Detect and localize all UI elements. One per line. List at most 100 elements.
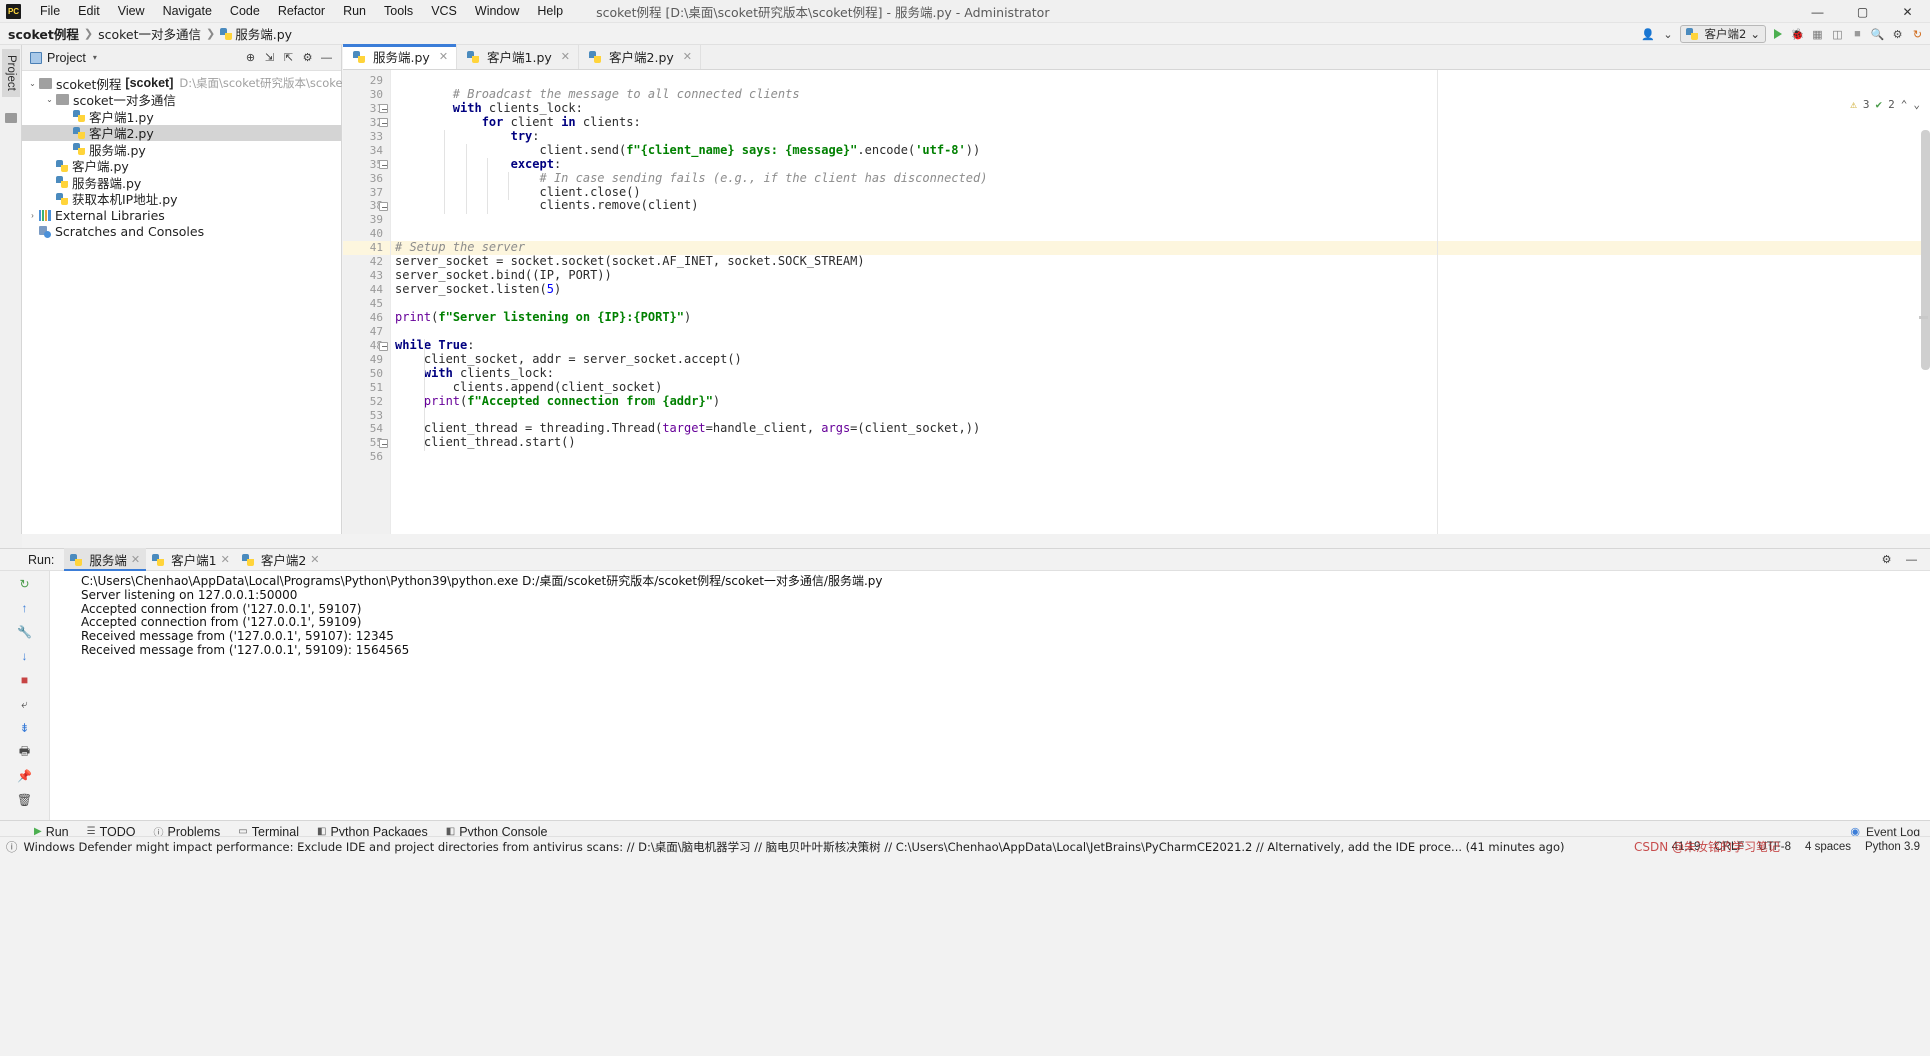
- gutter-line-39[interactable]: 39: [343, 213, 390, 227]
- menu-file[interactable]: File: [31, 2, 69, 20]
- run-tab-2[interactable]: 客户端2 ✕: [236, 548, 326, 571]
- close-icon[interactable]: ✕: [310, 553, 319, 566]
- line-separator[interactable]: CRLF: [1714, 841, 1744, 853]
- tree-node-4[interactable]: 服务端.py: [22, 141, 341, 158]
- gutter-line-40[interactable]: 40: [343, 227, 390, 241]
- debug-button[interactable]: 🐞: [1789, 26, 1806, 43]
- project-tree[interactable]: ⌄ scoket例程 [scoket] D:\桌面\scoket研究版本\scoket…: [22, 71, 370, 241]
- gutter-line-50[interactable]: 50: [343, 367, 390, 381]
- python-interpreter[interactable]: Python 3.9: [1865, 841, 1920, 853]
- gutter-line-49[interactable]: 49: [343, 353, 390, 367]
- chevron-down-icon[interactable]: ⌄: [1660, 26, 1677, 43]
- run-console-output[interactable]: C:\Users\Chenhao\AppData\Local\Programs\…: [51, 571, 1930, 820]
- gutter-line-46[interactable]: 46: [343, 311, 390, 325]
- fold-toggle-icon[interactable]: [379, 341, 388, 351]
- stop-icon[interactable]: ■: [15, 671, 35, 689]
- scroll-to-end-icon[interactable]: ⇟: [15, 719, 35, 737]
- menu-help[interactable]: Help: [528, 2, 572, 20]
- editor-tab-bar[interactable]: 服务端.py ✕ 客户端1.py ✕ 客户端2.py ✕: [343, 44, 1930, 70]
- breadcrumb-folder[interactable]: scoket一对多通信: [98, 24, 201, 43]
- gutter-line-47[interactable]: 47: [343, 325, 390, 339]
- indent-setting[interactable]: 4 spaces: [1805, 841, 1851, 853]
- window-controls[interactable]: — ▢ ✕: [1795, 0, 1930, 23]
- gutter-line-54[interactable]: 54: [343, 422, 390, 436]
- menu-refactor[interactable]: Refactor: [269, 2, 334, 20]
- editor-tab-1[interactable]: 客户端1.py ✕: [457, 44, 580, 69]
- editor-tab-0[interactable]: 服务端.py ✕: [343, 44, 458, 69]
- locate-file-icon[interactable]: ⊕: [242, 49, 259, 66]
- tree-node-7[interactable]: 获取本机IP地址.py: [22, 191, 341, 207]
- chevron-up-icon[interactable]: ⌃: [1901, 98, 1908, 111]
- status-message[interactable]: Windows Defender might impact performanc…: [24, 839, 1565, 855]
- gutter-line-42[interactable]: 42: [343, 255, 390, 269]
- menu-window[interactable]: Window: [466, 2, 528, 20]
- profile-button[interactable]: ◫: [1829, 26, 1846, 43]
- chevron-down-icon[interactable]: ⌄: [26, 79, 39, 88]
- fold-toggle-icon[interactable]: [379, 202, 388, 212]
- pin-icon[interactable]: 📌: [15, 767, 35, 785]
- settings-icon[interactable]: ⚙: [299, 49, 316, 66]
- tree-node-6[interactable]: 服务器端.py: [22, 174, 341, 191]
- collapse-all-icon[interactable]: ⇱: [280, 49, 297, 66]
- fold-toggle-icon[interactable]: [379, 118, 388, 128]
- run-side-toolbar[interactable]: ↻ ↑ 🔧 ↓ ■ ⤶ ⇟ 🖶 📌 🗑: [0, 571, 50, 821]
- breadcrumb-project[interactable]: scoket例程: [8, 24, 79, 43]
- menu-view[interactable]: View: [109, 2, 154, 20]
- gutter-line-36[interactable]: 36: [343, 172, 390, 186]
- run-button[interactable]: [1769, 26, 1786, 43]
- hide-panel-icon[interactable]: —: [1903, 551, 1920, 568]
- fold-toggle-icon[interactable]: [379, 104, 388, 114]
- gutter-line-45[interactable]: 45: [343, 297, 390, 311]
- code-content[interactable]: ⚠ 3 ✔ 2 ⌃ ⌄ # Broadcast the message to a…: [391, 70, 1930, 534]
- trash-icon[interactable]: 🗑: [15, 791, 35, 809]
- print-icon[interactable]: 🖶: [15, 743, 35, 761]
- tree-node-5[interactable]: 客户端.py: [22, 158, 341, 174]
- updates-icon[interactable]: ↻: [1909, 26, 1926, 43]
- user-icon[interactable]: 👤: [1640, 26, 1657, 43]
- menu-code[interactable]: Code: [221, 2, 269, 20]
- file-encoding[interactable]: UTF-8: [1758, 841, 1791, 853]
- run-tab-1[interactable]: 客户端1 ✕: [146, 548, 236, 571]
- inspection-widget[interactable]: ⚠ 3 ✔ 2 ⌃ ⌄: [1850, 98, 1920, 111]
- menu-run[interactable]: Run: [334, 2, 375, 20]
- editor-tab-2[interactable]: 客户端2.py ✕: [579, 44, 701, 69]
- close-icon[interactable]: ✕: [683, 50, 692, 63]
- search-icon[interactable]: 🔍: [1869, 26, 1886, 43]
- main-menu[interactable]: File Edit View Navigate Code Refactor Ru…: [31, 2, 572, 20]
- editor-gutter[interactable]: 29 30 31 32 33 34 35 36 37 38 39 40 41 42 43 44 45 46 47 48…: [343, 70, 391, 534]
- chevron-right-icon[interactable]: ›: [26, 211, 39, 220]
- gutter-line-52[interactable]: 52: [343, 395, 390, 409]
- soft-wrap-icon[interactable]: ⤶: [15, 695, 35, 713]
- caret-position[interactable]: 41:19: [1672, 841, 1701, 853]
- tree-node-0[interactable]: ⌄ scoket例程 [scoket] D:\桌面\scoket研究版本\scoket…: [22, 75, 370, 92]
- breadcrumb-file[interactable]: 服务端.py: [220, 24, 292, 43]
- gutter-line-37[interactable]: 37: [343, 186, 390, 200]
- gutter-line-41[interactable]: 41: [343, 241, 390, 256]
- navbar-toolbar[interactable]: 👤 ⌄ 客户端2 ⌄ 🐞 ▦ ◫ ■ 🔍 ⚙ ↻: [1640, 23, 1926, 45]
- editor-vertical-scrollbar[interactable]: [1921, 130, 1930, 370]
- run-tabs[interactable]: 服务端 ✕ 客户端1 ✕ 客户端2 ✕: [64, 548, 325, 571]
- settings-icon[interactable]: ⚙: [1878, 551, 1895, 568]
- rerun-icon[interactable]: ↻: [15, 575, 35, 593]
- gutter-line-34[interactable]: 34: [343, 144, 390, 158]
- chevron-down-icon[interactable]: ⌄: [43, 95, 56, 104]
- menu-tools[interactable]: Tools: [375, 2, 422, 20]
- rail-tab-project[interactable]: Project: [2, 49, 20, 97]
- run-configuration-selector[interactable]: 客户端2 ⌄: [1679, 25, 1766, 43]
- gutter-line-56[interactable]: 56: [343, 450, 390, 464]
- close-icon[interactable]: ✕: [439, 50, 448, 63]
- tree-node-1[interactable]: ⌄ scoket一对多通信: [22, 92, 341, 108]
- gutter-line-43[interactable]: 43: [343, 269, 390, 283]
- tree-node-9[interactable]: Scratches and Consoles: [22, 224, 341, 241]
- down-arrow-icon[interactable]: ↓: [15, 647, 35, 665]
- gutter-line-33[interactable]: 33: [343, 130, 390, 144]
- chevron-down-icon[interactable]: ⌄: [1913, 98, 1920, 111]
- hide-panel-icon[interactable]: —: [318, 49, 335, 66]
- close-icon[interactable]: ✕: [561, 50, 570, 63]
- menu-navigate[interactable]: Navigate: [154, 2, 221, 20]
- coverage-button[interactable]: ▦: [1809, 26, 1826, 43]
- gutter-line-30[interactable]: 30: [343, 88, 390, 102]
- minimize-button[interactable]: —: [1795, 0, 1840, 23]
- gutter-line-29[interactable]: 29: [343, 74, 390, 88]
- close-icon[interactable]: ✕: [221, 553, 230, 566]
